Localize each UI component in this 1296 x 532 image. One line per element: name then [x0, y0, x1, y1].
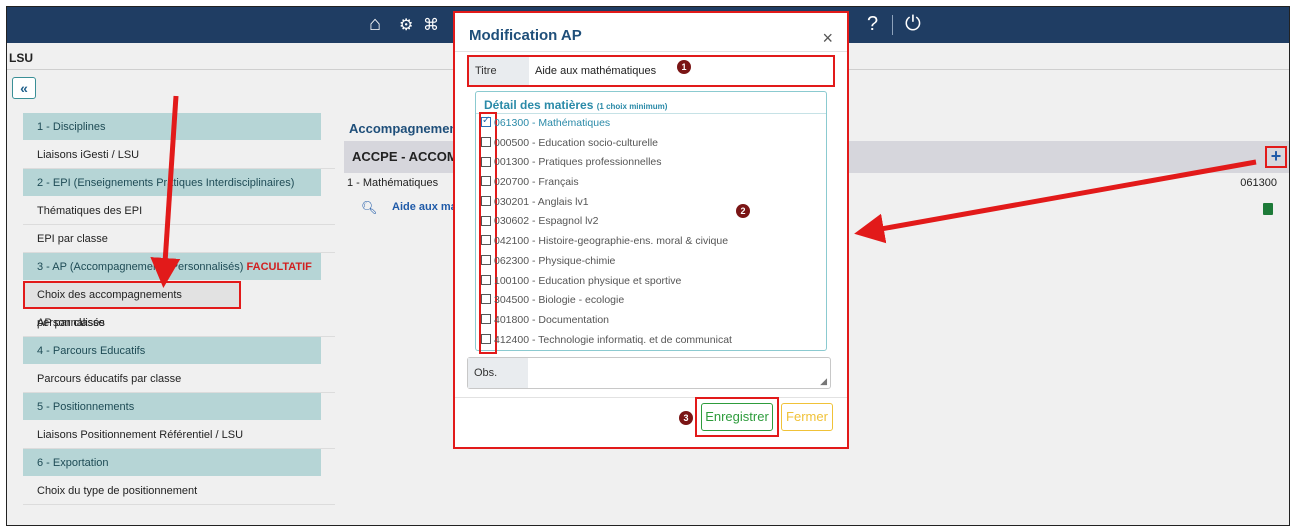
page-title: LSU	[9, 51, 33, 65]
sidebar-section-epi[interactable]: 2 - EPI (Enseignements Pratiques Interdi…	[23, 169, 321, 197]
home-icon[interactable]: ⌂	[369, 13, 381, 35]
fermer-button[interactable]: Fermer	[781, 403, 833, 431]
app-frame: ⌂ ⚙ ⌘ ? ⏻ LSU « 1 - Disciplines Liaisons…	[6, 6, 1290, 526]
subject-label: 000500 - Education socio-culturelle	[494, 136, 659, 149]
step-badge-1: 1	[677, 60, 691, 74]
sidebar-item-parcours-par-classe[interactable]: Parcours éducatifs par classe	[23, 365, 335, 393]
sidebar-section-positionnements[interactable]: 5 - Positionnements	[23, 393, 321, 421]
subjects-panel: Détail des matières (1 choix minimum) 06…	[475, 91, 827, 354]
help-icon[interactable]: ?	[867, 13, 878, 35]
sidebar-item-choix-accompagnements[interactable]: Choix des accompagnements personnalisés	[23, 281, 241, 329]
titre-field: Titre Aide aux mathématiques	[467, 55, 835, 87]
ap-item-link[interactable]: Aide aux ma	[392, 201, 457, 213]
subjects-hint: (1 choix minimum)	[596, 102, 668, 111]
obs-field: Obs. ◢	[467, 357, 831, 389]
subject-item[interactable]: 100100 - Education physique et sportive	[481, 275, 732, 295]
sidebar-section-parcours[interactable]: 4 - Parcours Educatifs	[23, 337, 321, 365]
sidebar-item-choix-positionnement[interactable]: Choix du type de positionnement	[23, 477, 335, 505]
subject-label: 304500 - Biologie - ecologie	[494, 294, 625, 307]
subject-label: 100100 - Education physique et sportive	[494, 274, 682, 287]
subject-item[interactable]: 401800 - Documentation	[481, 314, 732, 334]
checkbox[interactable]	[481, 274, 491, 285]
step-badge-2: 2	[736, 204, 750, 218]
subjects-heading-text: Détail des matières	[484, 98, 594, 112]
sidebar-section-ap-label: 3 - AP (Accompagnements Personnalisés)	[37, 261, 244, 273]
checkbox-checked[interactable]	[481, 115, 491, 128]
sidebar-item-epi-par-classe[interactable]: EPI par classe	[23, 225, 335, 253]
subject-label: 412400 - Technologie informatiq. et de c…	[494, 333, 732, 346]
power-icon[interactable]: ⏻	[905, 13, 921, 35]
subject-item[interactable]: 412400 - Technologie informatiq. et de c…	[481, 334, 732, 354]
sidebar-item-ap-par-classe[interactable]: AP par classe	[23, 309, 335, 337]
subject-label: 001300 - Pratiques professionnelles	[494, 156, 662, 169]
subject-item[interactable]: 062300 - Physique-chimie	[481, 255, 732, 275]
subject-item[interactable]: 030602 - Espagnol lv2	[481, 215, 732, 235]
checkbox[interactable]	[481, 314, 491, 325]
subject-item[interactable]: 000500 - Education socio-culturelle	[481, 137, 732, 157]
search-icon[interactable]: 🔍︎	[361, 200, 378, 216]
sidebar-section-disciplines[interactable]: 1 - Disciplines	[23, 113, 321, 141]
checkbox[interactable]	[481, 294, 491, 305]
divider	[476, 113, 826, 114]
sidebar-section-ap[interactable]: 3 - AP (Accompagnements Personnalisés) F…	[23, 253, 321, 281]
subjects-list: 061300 - Mathématiques 000500 - Educatio…	[481, 115, 732, 354]
settings-icon[interactable]: ⚙	[399, 15, 413, 37]
sidebar-section-exportation[interactable]: 6 - Exportation	[23, 449, 321, 477]
main-heading: Accompagnement	[349, 121, 462, 136]
subject-item[interactable]: 061300 - Mathématiques	[481, 115, 732, 137]
close-icon[interactable]: ×	[822, 28, 833, 49]
subject-label: 061300 - Mathématiques	[494, 117, 611, 129]
titre-input[interactable]: Aide aux mathématiques	[535, 57, 656, 85]
subject-label: 042100 - Histoire-geographie-ens. moral …	[494, 235, 729, 248]
subject-item[interactable]: 001300 - Pratiques professionnelles	[481, 156, 732, 176]
subject-row-code: 061300	[1240, 177, 1277, 189]
subject-row-label: 1 - Mathématiques	[347, 177, 439, 189]
checkbox[interactable]	[481, 176, 491, 187]
divider	[455, 397, 847, 398]
subject-label: 020700 - Français	[494, 176, 579, 189]
divider	[455, 51, 847, 52]
school-icon[interactable]: ⌘	[423, 15, 439, 37]
subjects-heading: Détail des matières (1 choix minimum)	[484, 98, 667, 112]
subject-item[interactable]: 020700 - Français	[481, 176, 732, 196]
dialog-title: Modification AP	[469, 27, 582, 44]
titre-label: Titre	[469, 57, 529, 85]
checkbox[interactable]	[481, 215, 491, 226]
checkbox[interactable]	[481, 195, 491, 206]
subject-label: 401800 - Documentation	[494, 313, 609, 326]
obs-label: Obs.	[468, 358, 528, 388]
sidebar-item-liaisons-igesti[interactable]: Liaisons iGesti / LSU	[23, 141, 335, 169]
subject-label: 030602 - Espagnol lv2	[494, 215, 599, 228]
sidebar-item-thematiques-epi[interactable]: Thématiques des EPI	[23, 197, 335, 225]
checkbox[interactable]	[481, 235, 491, 246]
resize-handle-icon[interactable]: ◢	[820, 376, 827, 387]
navbar-divider	[892, 15, 893, 35]
add-icon[interactable]: +	[1265, 146, 1287, 168]
sidebar-item-liaisons-positionnement[interactable]: Liaisons Positionnement Référentiel / LS…	[23, 421, 335, 449]
subject-item[interactable]: 304500 - Biologie - ecologie	[481, 294, 732, 314]
subject-label: 030201 - Anglais lv1	[494, 195, 589, 208]
checkbox[interactable]	[481, 136, 491, 147]
subject-item[interactable]: 030201 - Anglais lv1	[481, 196, 732, 216]
save-button[interactable]: Enregistrer	[701, 403, 773, 431]
step-badge-3: 3	[679, 411, 693, 425]
subject-item[interactable]: 042100 - Histoire-geographie-ens. moral …	[481, 235, 732, 255]
checkbox[interactable]	[481, 255, 491, 266]
sidebar-menu: 1 - Disciplines Liaisons iGesti / LSU 2 …	[23, 113, 335, 505]
checkbox[interactable]	[481, 333, 491, 344]
checkbox[interactable]	[481, 156, 491, 167]
facultatif-badge: FACULTATIF	[246, 261, 312, 273]
trash-icon[interactable]	[1263, 203, 1273, 215]
subject-label: 062300 - Physique-chimie	[494, 254, 616, 267]
modification-ap-dialog: Modification AP × Titre Aide aux mathéma…	[453, 11, 849, 449]
collapse-sidebar-button[interactable]: «	[12, 77, 36, 99]
